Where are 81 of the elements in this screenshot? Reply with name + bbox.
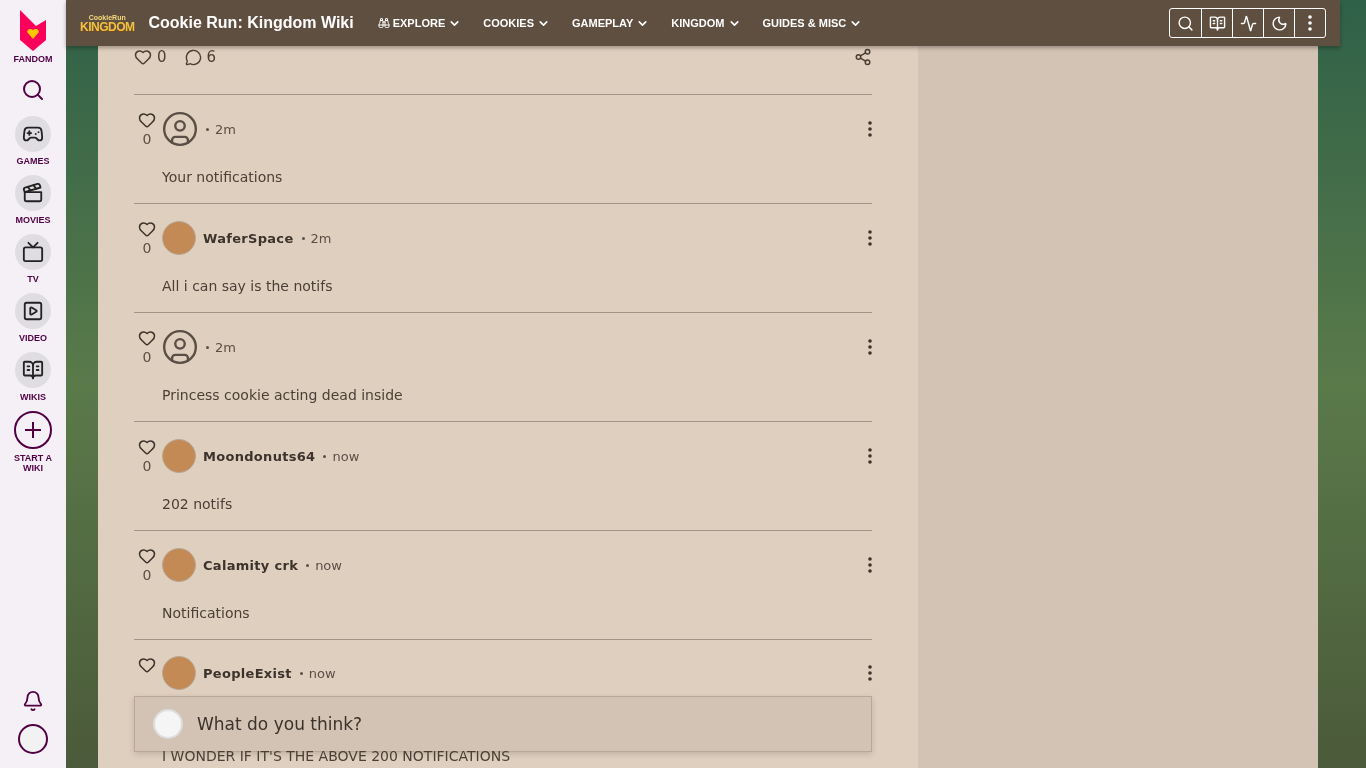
like-count: 0 bbox=[142, 131, 152, 147]
heart-icon[interactable] bbox=[138, 656, 156, 674]
more-button[interactable] bbox=[868, 121, 872, 137]
comment-text: Your notifications bbox=[162, 169, 284, 185]
book-icon bbox=[1208, 14, 1226, 32]
user-avatar bbox=[153, 709, 183, 739]
more-button[interactable] bbox=[868, 230, 872, 246]
search-icon[interactable] bbox=[21, 78, 45, 102]
heart-icon[interactable] bbox=[138, 220, 156, 238]
comment-time: now bbox=[315, 557, 342, 573]
heart-icon[interactable] bbox=[134, 48, 152, 66]
comment-text: Notifications bbox=[162, 605, 251, 621]
comment-text: All i can say is the notifs bbox=[162, 278, 334, 294]
wiki-title[interactable]: Cookie Run: Kingdom Wiki bbox=[148, 14, 354, 32]
moon-icon bbox=[1270, 14, 1288, 32]
sidebar-item[interactable]: TV bbox=[7, 234, 59, 284]
play-icon bbox=[22, 300, 44, 322]
nav-menu[interactable]: EXPLORE bbox=[377, 16, 462, 30]
sidebar-item[interactable]: VIDEO bbox=[7, 293, 59, 343]
separator-dot bbox=[323, 454, 327, 458]
like-count: 0 bbox=[142, 349, 152, 365]
sidebar-item[interactable]: START A WIKI bbox=[7, 411, 59, 473]
heart-icon[interactable] bbox=[138, 111, 156, 129]
comment-time: 2m bbox=[310, 230, 332, 246]
like-count: 0 bbox=[142, 240, 152, 256]
bell-icon[interactable] bbox=[22, 690, 44, 712]
more-button[interactable] bbox=[868, 339, 872, 355]
nav-menu[interactable]: GAMEPLAY bbox=[572, 16, 650, 30]
like-count: 0 bbox=[142, 567, 152, 583]
sidebar-item[interactable]: GAMES bbox=[7, 116, 59, 166]
sidebar-item[interactable]: WIKIS bbox=[7, 352, 59, 402]
user-name[interactable]: PeopleExist bbox=[203, 665, 292, 681]
nav-menu[interactable]: GUIDES & MISC bbox=[762, 16, 863, 30]
like-count: 0 bbox=[142, 458, 152, 474]
sidebar-item[interactable]: MOVIES bbox=[7, 175, 59, 225]
user-outline-icon bbox=[161, 328, 199, 366]
like-count: 0 bbox=[157, 48, 167, 66]
more-icon bbox=[868, 339, 872, 355]
comment-composer[interactable]: What do you think? bbox=[134, 696, 872, 752]
more-icon bbox=[868, 448, 872, 464]
comment-icon[interactable] bbox=[184, 48, 202, 66]
comment-time: 2m bbox=[215, 121, 236, 137]
more-icon bbox=[868, 665, 872, 681]
separator-dot bbox=[206, 345, 209, 349]
user-outline-icon bbox=[161, 110, 199, 148]
tv-icon bbox=[22, 241, 44, 263]
comment-text: Princess cookie acting dead inside bbox=[162, 387, 404, 403]
plus-icon bbox=[23, 420, 43, 440]
user-avatar[interactable] bbox=[18, 724, 48, 754]
separator-dot bbox=[206, 127, 209, 131]
separator-dot bbox=[301, 236, 305, 240]
brand-label: FANDOM bbox=[13, 54, 53, 64]
more-button[interactable] bbox=[868, 665, 872, 681]
user-name[interactable]: WaferSpace bbox=[203, 230, 294, 246]
more-icon bbox=[868, 121, 872, 137]
more-icon bbox=[868, 230, 872, 246]
comment-count: 6 bbox=[206, 48, 217, 66]
heart-icon[interactable] bbox=[138, 547, 156, 565]
nav-menu[interactable]: COOKIES bbox=[483, 16, 550, 30]
more-button[interactable] bbox=[868, 448, 872, 464]
more-icon bbox=[868, 557, 872, 573]
binoculars-icon bbox=[377, 17, 390, 29]
nav-menu[interactable]: KINGDOM bbox=[671, 16, 741, 30]
comment-text: 202 notifs bbox=[162, 496, 234, 512]
share-icon[interactable] bbox=[854, 48, 872, 66]
comment-time: now bbox=[308, 665, 336, 681]
user-name[interactable]: Calamity crk bbox=[203, 557, 299, 573]
comment-time: now bbox=[332, 448, 360, 464]
book-icon bbox=[22, 359, 44, 381]
more-icon bbox=[1308, 15, 1312, 31]
separator-dot bbox=[299, 671, 303, 675]
clapperboard-icon bbox=[22, 182, 44, 204]
more-button[interactable] bbox=[868, 557, 872, 573]
user-name[interactable]: Moondonuts64 bbox=[203, 448, 316, 464]
search-icon bbox=[1177, 14, 1194, 32]
heart-icon[interactable] bbox=[138, 329, 156, 347]
heart-icon[interactable] bbox=[138, 438, 156, 456]
comment-input[interactable]: What do you think? bbox=[195, 713, 871, 735]
pulse-icon bbox=[1239, 14, 1257, 32]
separator-dot bbox=[306, 563, 310, 567]
comment-time: 2m bbox=[215, 339, 236, 355]
